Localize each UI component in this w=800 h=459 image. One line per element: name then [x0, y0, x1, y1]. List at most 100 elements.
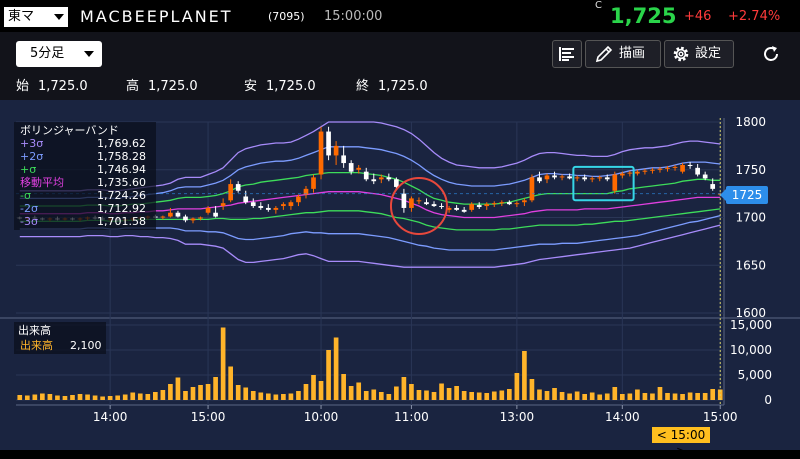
candle-body: [363, 171, 369, 180]
candle-body: [356, 167, 362, 170]
draw-button[interactable]: 描画: [585, 40, 661, 68]
candle-body: [409, 198, 414, 208]
candle-body: [371, 179, 377, 182]
candle-body: [544, 175, 550, 180]
company-name: MACBEEPLANET: [80, 7, 233, 26]
candle-body: [273, 207, 279, 210]
volume-bar: [672, 393, 678, 400]
volume-label: 出来高: [20, 339, 53, 352]
volume-tick-label: 10,000: [730, 343, 772, 357]
volume-bar: [220, 327, 226, 400]
volume-bar: [529, 379, 535, 400]
candle-body: [589, 178, 595, 180]
candle-body: [311, 177, 316, 189]
volume-bar: [250, 391, 256, 400]
volume-bar: [394, 386, 399, 400]
volume-bar: [115, 395, 121, 400]
open-value: 1,725.0: [38, 79, 88, 94]
market-selector[interactable]: 東マ: [4, 7, 68, 27]
volume-bar: [424, 390, 429, 400]
volume-bar: [130, 392, 136, 400]
refresh-button[interactable]: [760, 43, 782, 65]
interval-selector[interactable]: 5分足: [16, 41, 102, 67]
volume-bar: [597, 394, 603, 400]
band-value: 1,758.28: [97, 150, 146, 163]
chart-app: 東マ MACBEEPLANET (7095) 15:00:00 C 1,725 …: [0, 0, 800, 458]
candle-body: [333, 145, 339, 156]
band-name: -3σ: [20, 215, 38, 228]
volume-bar: [650, 393, 655, 400]
candle-body: [183, 216, 188, 221]
volume-bar: [92, 395, 98, 400]
candle-body: [220, 203, 226, 207]
volume-bar: [491, 391, 497, 400]
volume-bar: [17, 395, 23, 400]
candle-body: [416, 200, 422, 202]
time-tick-label: 13:00: [500, 410, 535, 424]
time-tick-label: 15:00: [703, 410, 738, 424]
candle-body: [665, 167, 670, 169]
band-value: 1,724.26: [97, 189, 146, 202]
current-price-tag: 1725: [720, 186, 768, 204]
volume-bar: [326, 350, 331, 400]
candle-body: [702, 174, 708, 179]
volume-bar: [642, 393, 648, 400]
volume-bar: [522, 351, 527, 400]
candle-body: [281, 204, 286, 207]
stock-code: (7095): [268, 10, 305, 23]
volume-bar: [24, 395, 30, 400]
volume-row: 出来高 2,100: [18, 338, 102, 353]
bollinger-row: +σ 1,746.94: [18, 163, 152, 176]
time-tick-label: 15:00: [191, 410, 226, 424]
candle-body: [635, 171, 640, 174]
bollinger-legend: ボリンジャーバンド +3σ 1,769.62 +2σ 1,758.28 +σ 1,74…: [14, 122, 156, 230]
volume-bar: [153, 392, 158, 400]
volume-bar: [213, 377, 218, 400]
volume-bar: [680, 394, 685, 400]
volume-bar: [62, 396, 68, 400]
volume-bar: [288, 393, 294, 400]
candle-body: [431, 204, 437, 207]
volume-bar: [356, 382, 362, 400]
candle-body: [454, 207, 459, 210]
volume-bar: [439, 383, 444, 400]
volume-bar: [32, 394, 38, 400]
candle-body: [378, 177, 384, 180]
candle-body: [469, 204, 475, 210]
candle-body: [642, 170, 648, 172]
volume-title: 出来高: [18, 324, 51, 337]
volume-bar: [228, 366, 233, 400]
chart-area[interactable]: 1800 1750 1700 1650 1600 15,000 10,000 5,000 0 14…: [0, 100, 800, 458]
volume-bar: [190, 387, 196, 400]
settings-button[interactable]: 設定: [664, 40, 734, 68]
volume-bar: [627, 393, 633, 400]
crosshair-time-tag[interactable]: < 15:00 >: [652, 427, 710, 458]
volume-bar: [604, 393, 610, 400]
volume-bar: [454, 386, 459, 400]
volume-bar: [281, 394, 286, 400]
volume-bar: [484, 393, 490, 400]
price-marker: C: [595, 0, 602, 11]
candle-body: [537, 177, 542, 182]
candle-body: [198, 217, 203, 219]
indicator-list-button[interactable]: [552, 40, 582, 68]
candle-body: [567, 176, 572, 179]
time-tick-label: 14:00: [93, 410, 128, 424]
candle-body: [341, 155, 346, 164]
volume-legend: 出来高 出来高 2,100: [14, 322, 106, 354]
band-value: 1,735.60: [97, 176, 146, 189]
volume-bar: [401, 377, 407, 400]
volume-bar: [537, 389, 542, 400]
candle-body: [190, 218, 196, 221]
volume-bar: [574, 391, 580, 400]
band-name: +σ: [20, 163, 37, 176]
volume-bar: [499, 390, 505, 400]
volume-bar: [205, 384, 211, 400]
volume-bar: [507, 389, 512, 400]
candle-body: [507, 202, 512, 205]
volume-bar: [635, 389, 640, 400]
candle-body: [559, 176, 565, 178]
high-label: 高: [126, 79, 140, 94]
candle-body: [243, 196, 249, 203]
volume-bar: [243, 387, 249, 400]
